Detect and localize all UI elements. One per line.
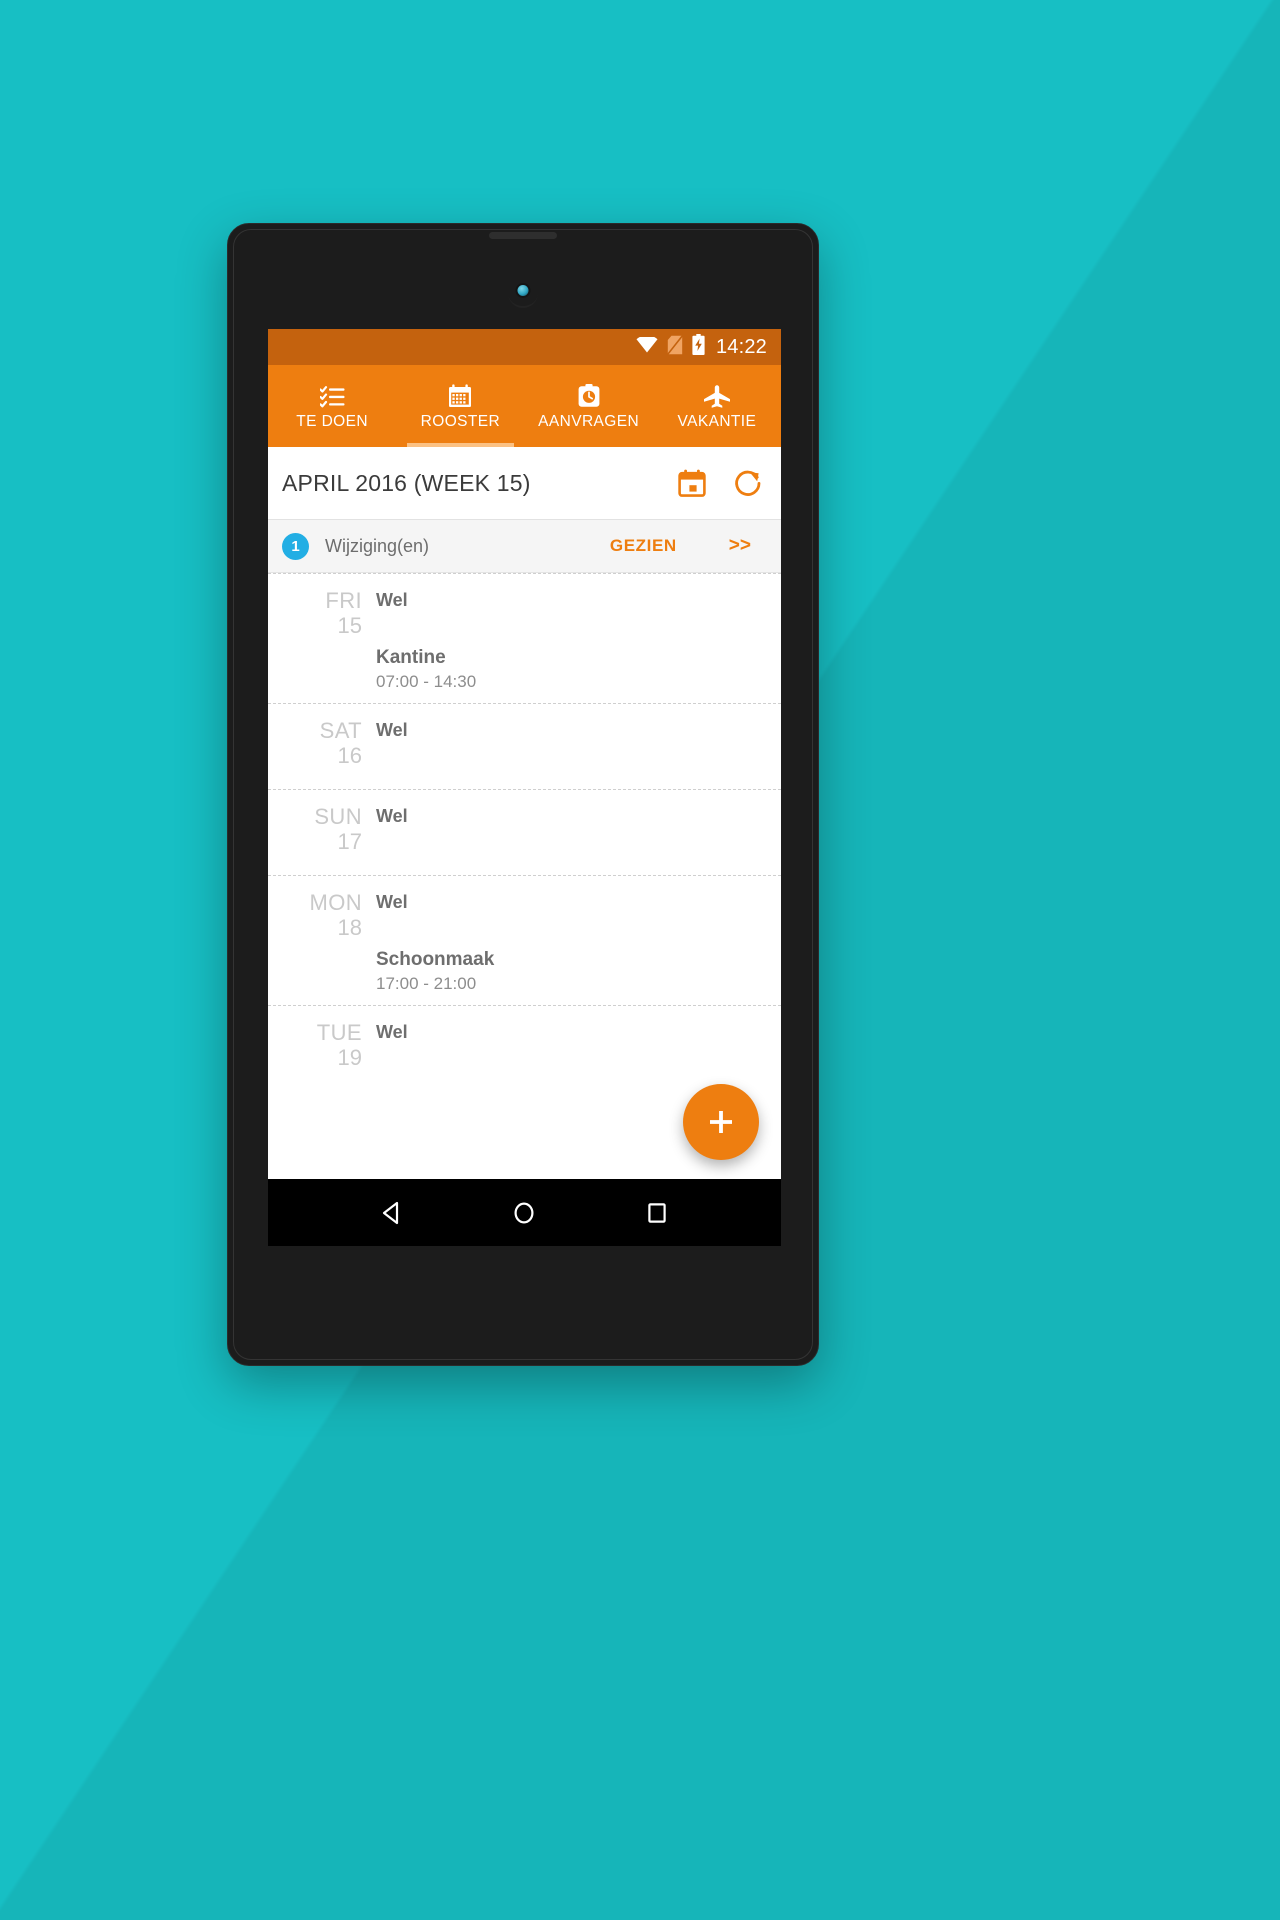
day-number: 18 — [337, 914, 362, 940]
availability-status: Wel — [376, 1022, 408, 1042]
plus-icon — [710, 1111, 732, 1133]
day-of-week: SUN — [314, 804, 362, 829]
tab-label-vakantie: VAKANTIE — [677, 413, 757, 430]
day-of-week: MON — [309, 890, 362, 915]
day-column: TUE 19 — [268, 1017, 376, 1080]
front-camera — [517, 285, 529, 296]
day-column: SAT 16 — [268, 715, 376, 778]
table-row[interactable]: TUE 19 Wel — [268, 1005, 781, 1091]
day-of-week: TUE — [316, 1020, 362, 1045]
table-row[interactable]: SAT 16 Wel — [268, 703, 781, 789]
day-number: 16 — [337, 742, 362, 768]
status-bar: 14:22 — [268, 329, 781, 365]
next-change-button[interactable]: >> — [729, 535, 751, 557]
day-info: Wel — [376, 1017, 781, 1080]
timer-icon — [578, 384, 600, 408]
home-button[interactable] — [494, 1183, 554, 1243]
shift-time: 07:00 - 14:30 — [376, 672, 477, 691]
day-info: Wel — [376, 801, 781, 864]
day-info: Wel — [376, 715, 781, 778]
changes-label: Wijziging(en) — [325, 535, 430, 556]
tab-label-rooster: ROOSTER — [420, 413, 501, 430]
tab-label-te-doen: TE DOEN — [296, 413, 368, 430]
day-info: Wel Schoonmaak 17:00 - 21:00 — [376, 887, 781, 994]
shift-time: 17:00 - 21:00 — [376, 974, 477, 993]
status-bar-clock: 14:22 — [715, 335, 767, 358]
period-header: APRIL 2016 (WEEK 15) — [268, 447, 781, 520]
android-nav-bar — [268, 1179, 781, 1246]
tab-bar: TE DOEN ROOSTER AANVRAGEN VAKANTIE — [268, 365, 781, 447]
shift-name: Schoonmaak — [376, 949, 495, 970]
shift-name: Kantine — [376, 647, 446, 668]
table-row[interactable]: FRI 15 Wel Kantine 07:00 - 14:30 — [268, 573, 781, 703]
earpiece-speaker — [489, 232, 557, 239]
changes-bar[interactable]: 1 Wijziging(en) GEZIEN >> — [268, 520, 781, 573]
availability-status: Wel — [376, 720, 408, 740]
refresh-icon[interactable] — [733, 468, 763, 498]
availability-status: Wel — [376, 590, 408, 610]
tab-rooster[interactable]: ROOSTER — [396, 365, 524, 447]
phone-screen: 14:22 TE DOEN ROOSTER AANVRAGEN VAKANTIE… — [268, 329, 781, 1246]
calendar-icon — [448, 384, 472, 408]
add-button[interactable] — [683, 1084, 759, 1160]
availability-status: Wel — [376, 806, 408, 826]
day-number: 19 — [337, 1044, 362, 1070]
day-number: 17 — [337, 828, 362, 854]
back-button[interactable] — [362, 1183, 422, 1243]
date-picker-icon[interactable] — [677, 468, 707, 498]
day-column: FRI 15 — [268, 585, 376, 692]
tab-te-doen[interactable]: TE DOEN — [268, 365, 396, 447]
day-column: MON 18 — [268, 887, 376, 994]
shift-entry[interactable]: Schoonmaak 17:00 - 21:00 — [376, 949, 767, 994]
recents-button[interactable] — [627, 1183, 687, 1243]
table-row[interactable]: SUN 17 Wel — [268, 789, 781, 875]
checklist-icon — [319, 384, 345, 408]
mark-seen-button[interactable]: GEZIEN — [610, 536, 677, 556]
tab-label-aanvragen: AANVRAGEN — [538, 413, 640, 430]
active-tab-indicator — [406, 443, 515, 447]
airplane-icon — [703, 384, 731, 408]
tab-vakantie[interactable]: VAKANTIE — [653, 365, 781, 447]
no-sim-icon — [666, 334, 684, 360]
day-of-week: SAT — [319, 718, 362, 743]
page-title: APRIL 2016 (WEEK 15) — [282, 469, 531, 496]
battery-charging-icon — [692, 334, 705, 360]
day-number: 15 — [337, 612, 362, 638]
tab-aanvragen[interactable]: AANVRAGEN — [525, 365, 653, 447]
changes-count-badge: 1 — [282, 532, 309, 560]
shift-entry[interactable]: Kantine 07:00 - 14:30 — [376, 647, 767, 692]
day-info: Wel Kantine 07:00 - 14:30 — [376, 585, 781, 692]
device-frame: 14:22 TE DOEN ROOSTER AANVRAGEN VAKANTIE… — [227, 223, 819, 1366]
schedule-list: FRI 15 Wel Kantine 07:00 - 14:30 SAT 16 — [268, 573, 781, 1091]
availability-status: Wel — [376, 892, 408, 912]
table-row[interactable]: MON 18 Wel Schoonmaak 17:00 - 21:00 — [268, 875, 781, 1005]
day-column: SUN 17 — [268, 801, 376, 864]
day-of-week: FRI — [325, 588, 362, 613]
wifi-icon — [636, 334, 658, 358]
